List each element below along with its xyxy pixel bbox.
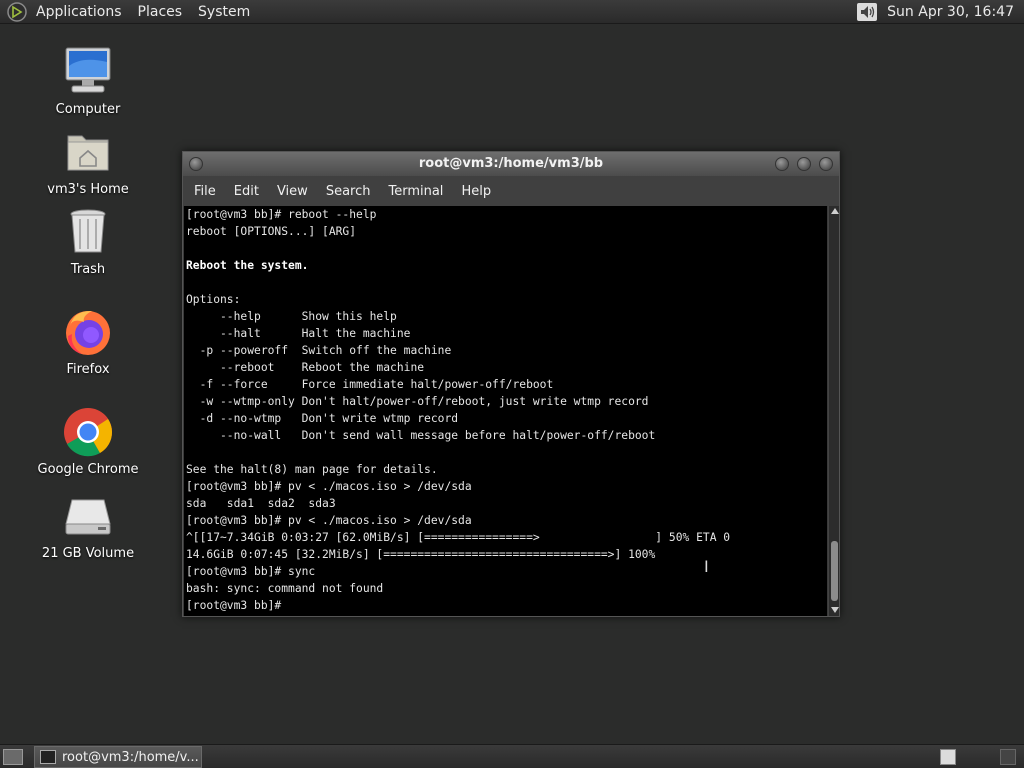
desktop-icon-label: Computer bbox=[55, 102, 121, 117]
i-beam-cursor-icon: I bbox=[704, 557, 709, 576]
terminal-line: See the halt(8) man page for details. bbox=[186, 463, 438, 476]
trash-applet-icon[interactable] bbox=[1000, 749, 1016, 765]
terminal-output[interactable]: [root@vm3 bb]# reboot --help reboot [OPTI… bbox=[184, 206, 827, 616]
desktop-icon-label: Firefox bbox=[66, 362, 110, 377]
terminal-line: ^[[17~7.34GiB 0:03:27 [62.0MiB/s] [=====… bbox=[186, 531, 731, 544]
desktop-icon-label: 21 GB Volume bbox=[41, 546, 135, 561]
desktop-icon-label: Trash bbox=[70, 262, 106, 277]
terminal-line: [root@vm3 bb]# pv < ./macos.iso > /dev/s… bbox=[186, 514, 472, 527]
close-button[interactable] bbox=[819, 157, 833, 171]
desktop-icon-label: vm3's Home bbox=[47, 182, 129, 197]
menu-system[interactable]: System bbox=[190, 0, 258, 24]
desktop-icon-label: Google Chrome bbox=[37, 462, 139, 477]
drive-icon bbox=[65, 499, 111, 535]
clock[interactable]: Sun Apr 30, 16:47 bbox=[879, 4, 1020, 20]
terminal-window[interactable]: root@vm3:/home/vm3/bb File Edit View Sea… bbox=[182, 151, 840, 617]
home-folder-icon bbox=[67, 135, 109, 171]
scrollbar-thumb[interactable] bbox=[831, 541, 838, 601]
terminal-line: [root@vm3 bb]# pv < ./macos.iso > /dev/s… bbox=[186, 480, 472, 493]
terminal-line: [root@vm3 bb]# bbox=[186, 599, 289, 612]
terminal-line: 14.6GiB 0:07:45 [32.2MiB/s] [===========… bbox=[186, 548, 656, 561]
window-title: root@vm3:/home/vm3/bb bbox=[418, 156, 604, 171]
taskbar-button-label: root@vm3:/home/v... bbox=[62, 749, 199, 765]
terminal-line: bash: sync: command not found bbox=[186, 582, 384, 595]
desktop-icon-trash[interactable]: Trash bbox=[33, 206, 143, 277]
terminal-line: --help Show this help bbox=[186, 310, 397, 323]
menu-file[interactable]: File bbox=[185, 184, 225, 199]
window-menu-icon[interactable] bbox=[189, 157, 203, 171]
scroll-down-arrow-icon[interactable] bbox=[831, 607, 839, 613]
terminal-icon bbox=[40, 750, 56, 764]
scroll-up-arrow-icon[interactable] bbox=[831, 208, 839, 214]
panel-tray: Sun Apr 30, 16:47 bbox=[855, 1, 1024, 23]
terminal-line: --halt Halt the machine bbox=[186, 327, 411, 340]
applications-logo-icon[interactable] bbox=[6, 1, 28, 23]
menu-places[interactable]: Places bbox=[130, 0, 191, 24]
menu-applications[interactable]: Applications bbox=[28, 0, 130, 24]
terminal-line: [root@vm3 bb]# reboot --help bbox=[186, 208, 377, 221]
terminal-scrollbar[interactable] bbox=[828, 206, 839, 616]
computer-icon bbox=[65, 47, 111, 93]
terminal-line: Options: bbox=[186, 293, 241, 306]
desktop-icon-computer[interactable]: Computer bbox=[33, 46, 143, 117]
desktop-icon-firefox[interactable]: Firefox bbox=[33, 306, 143, 377]
menu-help[interactable]: Help bbox=[452, 184, 500, 199]
desktop-icon-volume[interactable]: 21 GB Volume bbox=[33, 490, 143, 561]
menu-terminal[interactable]: Terminal bbox=[379, 184, 452, 199]
terminal-line: -w --wtmp-only Don't halt/power-off/rebo… bbox=[186, 395, 649, 408]
trash-icon bbox=[70, 209, 106, 253]
menu-search[interactable]: Search bbox=[317, 184, 380, 199]
desktop-icon-home[interactable]: vm3's Home bbox=[33, 126, 143, 197]
show-desktop-icon[interactable] bbox=[3, 749, 23, 765]
terminal-line: reboot [OPTIONS...] [ARG] bbox=[186, 225, 357, 238]
minimize-button[interactable] bbox=[775, 157, 789, 171]
terminal-line: -f --force Force immediate halt/power-of… bbox=[186, 378, 554, 391]
menu-edit[interactable]: Edit bbox=[225, 184, 268, 199]
firefox-icon bbox=[66, 310, 110, 355]
bottom-panel: root@vm3:/home/v... bbox=[0, 744, 1024, 768]
terminal-line: --reboot Reboot the machine bbox=[186, 361, 425, 374]
terminal-line: sda sda1 sda2 sda3 bbox=[186, 497, 336, 510]
top-panel: Applications Places System Sun Apr 30, 1… bbox=[0, 0, 1024, 24]
terminal-menubar: File Edit View Search Terminal Help bbox=[183, 176, 839, 206]
terminal-line: [root@vm3 bb]# sync bbox=[186, 565, 316, 578]
desktop-icon-chrome[interactable]: Google Chrome bbox=[33, 406, 143, 477]
terminal-line: --no-wall Don't send wall message before… bbox=[186, 429, 656, 442]
menu-view[interactable]: View bbox=[268, 184, 317, 199]
chrome-icon bbox=[64, 408, 113, 457]
terminal-line: -p --poweroff Switch off the machine bbox=[186, 344, 452, 357]
window-titlebar[interactable]: root@vm3:/home/vm3/bb bbox=[183, 152, 839, 176]
terminal-line: Reboot the system. bbox=[186, 259, 309, 272]
taskbar-terminal-button[interactable]: root@vm3:/home/v... bbox=[34, 746, 202, 768]
volume-icon[interactable] bbox=[855, 1, 879, 23]
terminal-line: -d --no-wtmp Don't write wtmp record bbox=[186, 412, 459, 425]
maximize-button[interactable] bbox=[797, 157, 811, 171]
workspace-switcher[interactable] bbox=[940, 749, 956, 765]
